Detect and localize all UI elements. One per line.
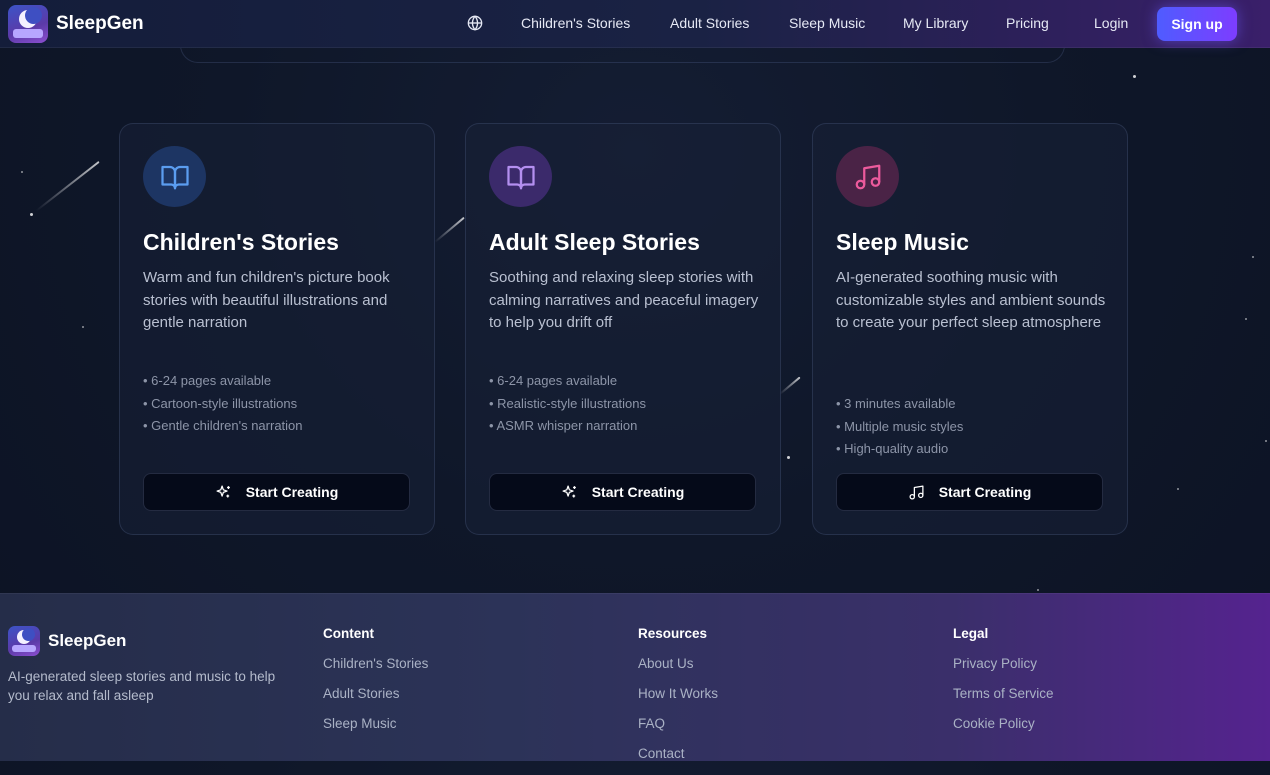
card-icon-badge [489, 146, 552, 207]
star [1245, 318, 1247, 320]
feature-item: Cartoon-style illustrations [143, 393, 303, 416]
footer-link-contact[interactable]: Contact [638, 745, 718, 775]
star [1177, 488, 1179, 490]
feature-list: 6-24 pages available Realistic-style ill… [489, 370, 646, 438]
book-icon [160, 165, 189, 189]
footer-link-about-us[interactable]: About Us [638, 655, 718, 685]
footer-link-sleep-music[interactable]: Sleep Music [323, 715, 428, 745]
footer-column-content: Content Children's Stories Adult Stories… [323, 626, 428, 745]
nav-childrens-stories[interactable]: Children's Stories [521, 15, 630, 31]
footer-link-cookie-policy[interactable]: Cookie Policy [953, 715, 1054, 745]
button-label: Start Creating [938, 484, 1032, 500]
card-title: Children's Stories [143, 229, 339, 255]
footer-column-resources: Resources About Us How It Works FAQ Cont… [638, 626, 718, 775]
feature-item: Multiple music styles [836, 416, 963, 439]
card-icon-badge [143, 146, 206, 207]
star [30, 213, 33, 216]
feature-item: Gentle children's narration [143, 415, 302, 438]
card-description: AI-generated soothing music with customi… [836, 269, 1106, 331]
feature-list: 3 minutes available Multiple music style… [836, 393, 963, 461]
card-description: Warm and fun children's picture book sto… [143, 269, 390, 331]
star [1252, 256, 1254, 258]
card-icon-badge [836, 146, 899, 207]
nav-my-library[interactable]: My Library [903, 15, 968, 31]
nav-pricing[interactable]: Pricing [1006, 15, 1049, 31]
app-logo [8, 626, 40, 656]
footer-column-title: Content [323, 626, 374, 641]
star [1133, 75, 1136, 78]
card-sleep-music: Sleep Music AI-generated soothing music … [812, 123, 1128, 535]
start-creating-button[interactable]: Start Creating [836, 473, 1103, 511]
book-icon [506, 165, 535, 189]
start-creating-button[interactable]: Start Creating [143, 473, 410, 511]
nav-links: Children's Stories Adult Stories Sleep M… [0, 0, 1270, 47]
footer-link-how-it-works[interactable]: How It Works [638, 685, 718, 715]
footer-link-terms-of-service[interactable]: Terms of Service [953, 685, 1054, 715]
feature-item: Realistic-style illustrations [489, 393, 646, 416]
music-note-icon [855, 164, 880, 189]
footer-column-legal: Legal Privacy Policy Terms of Service Co… [953, 626, 1054, 745]
site-footer: SleepGen AI-generated sleep stories and … [0, 593, 1270, 761]
card-childrens-stories: Children's Stories Warm and fun children… [119, 123, 435, 535]
start-creating-button[interactable]: Start Creating [489, 473, 756, 511]
feature-item: 3 minutes available [836, 393, 963, 416]
sparkles-icon [562, 484, 576, 497]
signup-button[interactable]: Sign up [1157, 7, 1237, 41]
feature-list: 6-24 pages available Cartoon-style illus… [143, 370, 303, 438]
button-label: Start Creating [245, 484, 339, 500]
footer-brand[interactable]: SleepGen [8, 626, 126, 656]
star [787, 456, 790, 459]
shooting-star [434, 216, 465, 243]
footer-link-faq[interactable]: FAQ [638, 715, 718, 745]
button-label: Start Creating [591, 484, 685, 500]
login-link[interactable]: Login [1094, 15, 1128, 31]
nav-sleep-music[interactable]: Sleep Music [789, 15, 865, 31]
star [82, 326, 84, 328]
footer-column-title: Legal [953, 626, 989, 641]
footer-tagline: AI-generated sleep stories and music to … [8, 669, 276, 703]
footer-link-privacy-policy[interactable]: Privacy Policy [953, 655, 1054, 685]
top-navbar: SleepGen Children's Stories Adult Storie… [0, 0, 1270, 48]
star [21, 171, 23, 173]
shooting-star [35, 160, 100, 212]
shooting-star [779, 376, 801, 395]
star [1265, 440, 1267, 442]
footer-link-childrens-stories[interactable]: Children's Stories [323, 655, 428, 685]
card-description: Soothing and relaxing sleep stories with… [489, 269, 759, 331]
card-adult-sleep-stories: Adult Sleep Stories Soothing and relaxin… [465, 123, 781, 535]
footer-column-title: Resources [638, 626, 708, 641]
sparkles-icon [216, 484, 230, 497]
footer-link-adult-stories[interactable]: Adult Stories [323, 685, 428, 715]
music-note-icon [909, 484, 924, 500]
footer-brand-name: SleepGen [48, 631, 127, 650]
feature-item: 6-24 pages available [489, 370, 646, 393]
feature-item: High-quality audio [836, 438, 963, 461]
star [1037, 589, 1039, 591]
feature-item: ASMR whisper narration [489, 415, 646, 438]
nav-adult-stories[interactable]: Adult Stories [670, 15, 749, 31]
card-title: Adult Sleep Stories [489, 229, 700, 255]
feature-item: 6-24 pages available [143, 370, 303, 393]
card-title: Sleep Music [836, 229, 969, 255]
